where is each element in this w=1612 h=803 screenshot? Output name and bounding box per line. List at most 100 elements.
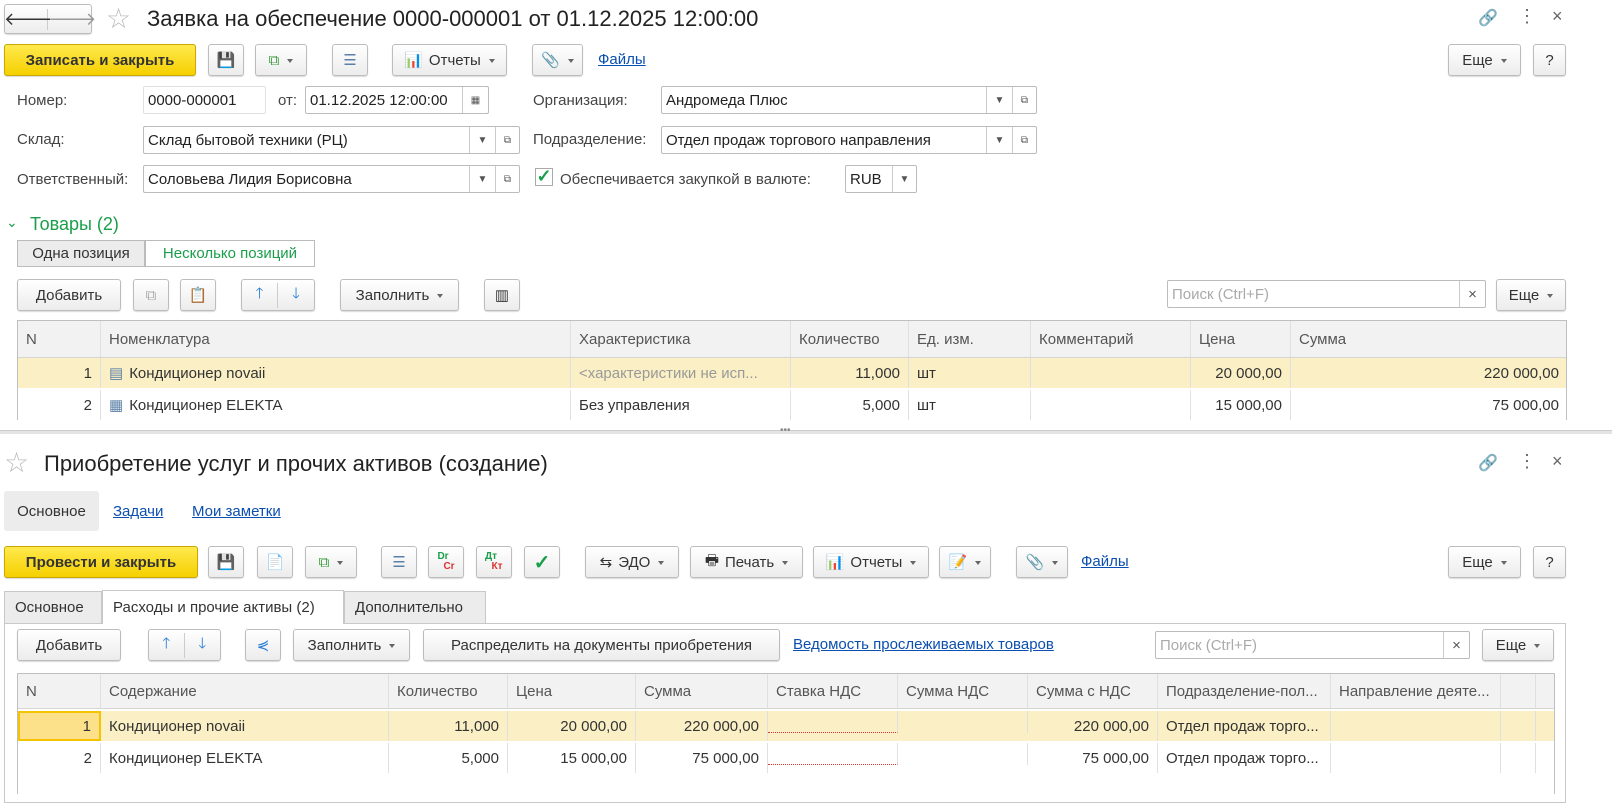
cell-qty[interactable]: 11,000	[791, 358, 909, 388]
chevron-down-icon[interactable]: ⌄	[6, 214, 18, 231]
link-icon[interactable]: 🔗	[1478, 453, 1498, 473]
back-button[interactable]: 🡐	[4, 8, 52, 30]
post-close-button[interactable]: Провести и закрыть	[4, 546, 198, 578]
cell-comment[interactable]	[1031, 358, 1191, 388]
attach-button[interactable]: 📎	[532, 44, 583, 76]
cell-price[interactable]: 20 000,00	[1191, 358, 1291, 388]
cell-n[interactable]: 2	[18, 390, 101, 420]
column-header[interactable]: N	[18, 321, 101, 357]
save-button[interactable]: 💾	[208, 546, 244, 578]
number-field[interactable]: 0000-000001	[143, 86, 266, 114]
dropdown-icon[interactable]: ▼	[986, 127, 1012, 153]
save-button[interactable]: 💾	[208, 44, 244, 76]
arrow-up-icon[interactable]: 🡑	[149, 632, 185, 658]
table-more-button[interactable]: Еще	[1482, 629, 1554, 661]
cell-name[interactable]: Кондиционер novaii	[101, 711, 389, 741]
column-header[interactable]: Характеристика	[571, 321, 791, 357]
column-header-extra[interactable]	[1501, 674, 1536, 708]
column-header[interactable]: Содержание	[101, 674, 389, 708]
open-icon[interactable]: ⧉	[1012, 127, 1036, 153]
column-header[interactable]: Номенклатура	[101, 321, 571, 357]
search-input[interactable]: Поиск (Ctrl+F) ×	[1155, 631, 1470, 659]
tab-additional[interactable]: Дополнительно	[344, 591, 486, 623]
attach-button[interactable]: 📎	[1016, 546, 1068, 578]
post-button[interactable]: 📄	[257, 546, 293, 578]
split-button[interactable]: ⋞	[245, 629, 281, 661]
cell-n[interactable]: 2	[18, 743, 101, 773]
cell-sum[interactable]: 220 000,00	[636, 711, 768, 741]
cell-name[interactable]: ▤ Кондиционер novaii	[101, 358, 571, 388]
cell-name[interactable]: Кондиционер ELEKTA	[101, 743, 389, 773]
table-row[interactable]: 1 Кондиционер novaii 11,000 20 000,00 220 00…	[18, 711, 1554, 741]
files-link[interactable]: Файлы	[598, 51, 646, 68]
arrow-down-icon[interactable]: 🡓	[278, 283, 314, 308]
open-icon[interactable]: ⧉	[495, 166, 519, 192]
cell-dept[interactable]: Отдел продаж торго...	[1158, 743, 1331, 773]
open-icon[interactable]: ⧉	[495, 127, 519, 153]
files-link[interactable]: Файлы	[1081, 553, 1129, 570]
paste-button[interactable]: 📋	[180, 279, 216, 311]
documents-button[interactable]: 📝	[939, 546, 991, 578]
help-button[interactable]: ?	[1533, 546, 1566, 578]
section-notes[interactable]: Мои заметки	[192, 503, 281, 520]
cell-sum[interactable]: 75 000,00	[636, 743, 768, 773]
save-close-button[interactable]: Записать и закрыть	[4, 44, 196, 76]
cell-char[interactable]: <характеристики не исп...	[571, 358, 791, 388]
cell-vat[interactable]	[898, 711, 1028, 733]
section-tasks[interactable]: Задачи	[113, 503, 163, 520]
section-main[interactable]: Основное	[4, 491, 99, 531]
goods-section-title[interactable]: Товары (2)	[30, 214, 119, 235]
dropdown-icon[interactable]: ▼	[986, 87, 1012, 113]
copy-button[interactable]: ⧉	[133, 279, 169, 311]
tab-expenses[interactable]: Расходы и прочие активы (2)	[102, 590, 344, 624]
distribute-button[interactable]: Распределить на документы приобретения	[423, 629, 780, 661]
post-check-button[interactable]: ✓	[524, 546, 560, 578]
fill-button[interactable]: Заполнить	[340, 279, 459, 311]
more-button[interactable]: Еще	[1448, 546, 1521, 578]
mode-one-toggle[interactable]: Одна позиция	[17, 240, 145, 267]
create-based-button[interactable]: ⧉	[305, 546, 357, 578]
favorite-star-icon[interactable]: ☆	[4, 446, 29, 479]
cell-n[interactable]: 1	[18, 711, 101, 741]
column-header[interactable]: Ед. изм.	[909, 321, 1031, 357]
more-button[interactable]: Еще	[1448, 44, 1521, 76]
currency-select[interactable]: RUB ▼	[845, 165, 917, 193]
barcode-button[interactable]: ▥	[484, 279, 520, 311]
column-header[interactable]: Ставка НДС	[768, 674, 898, 708]
column-header[interactable]: Сумма	[636, 674, 768, 708]
cell-comment[interactable]	[1031, 390, 1191, 420]
cell-qty[interactable]: 5,000	[791, 390, 909, 420]
forward-button[interactable]: 🡒	[48, 9, 96, 30]
cell-qty[interactable]: 5,000	[389, 743, 508, 773]
cell-name[interactable]: ▦ Кондиционер ELEKTA	[101, 390, 571, 420]
cell-sum[interactable]: 75 000,00	[1291, 390, 1566, 420]
close-icon[interactable]: ×	[1552, 6, 1563, 27]
column-header[interactable]: Направление деяте...	[1331, 674, 1501, 708]
column-header[interactable]: Цена	[1191, 321, 1291, 357]
dtkt-button[interactable]: Дт Кт	[476, 546, 512, 578]
more-icon[interactable]: ⋮	[1518, 6, 1536, 27]
arrow-up-icon[interactable]: 🡑	[242, 282, 279, 308]
column-header[interactable]: Количество	[791, 321, 909, 357]
cell-dir[interactable]	[1331, 743, 1501, 773]
column-header[interactable]: Комментарий	[1031, 321, 1191, 357]
cell-extra[interactable]	[1501, 743, 1536, 773]
more-icon[interactable]: ⋮	[1518, 451, 1536, 472]
tracked-goods-link[interactable]: Ведомость прослеживаемых товаров	[793, 636, 1054, 653]
drcr-button[interactable]: Dr Cr	[428, 546, 464, 578]
cell-extra[interactable]	[1501, 711, 1536, 741]
add-button[interactable]: Добавить	[17, 629, 121, 661]
table-row[interactable]: 1 ▤ Кондиционер novaii <характеристики не …	[18, 358, 1566, 388]
table-row[interactable]: 2 Кондиционер ELEKTA 5,000 15 000,00 75 000,…	[18, 743, 1554, 773]
add-button[interactable]: Добавить	[17, 279, 121, 311]
column-header[interactable]: Цена	[508, 674, 636, 708]
column-header[interactable]: Сумма	[1291, 321, 1566, 357]
column-header[interactable]: Количество	[389, 674, 508, 708]
calendar-icon[interactable]: ▦	[462, 87, 488, 113]
cell-qty[interactable]: 11,000	[389, 711, 508, 741]
help-button[interactable]: ?	[1533, 44, 1566, 76]
cell-char[interactable]: Без управления	[571, 390, 791, 420]
column-header[interactable]: Подразделение-пол...	[1158, 674, 1331, 708]
cell-sum[interactable]: 220 000,00	[1291, 358, 1566, 388]
clear-icon[interactable]: ×	[1459, 281, 1485, 307]
